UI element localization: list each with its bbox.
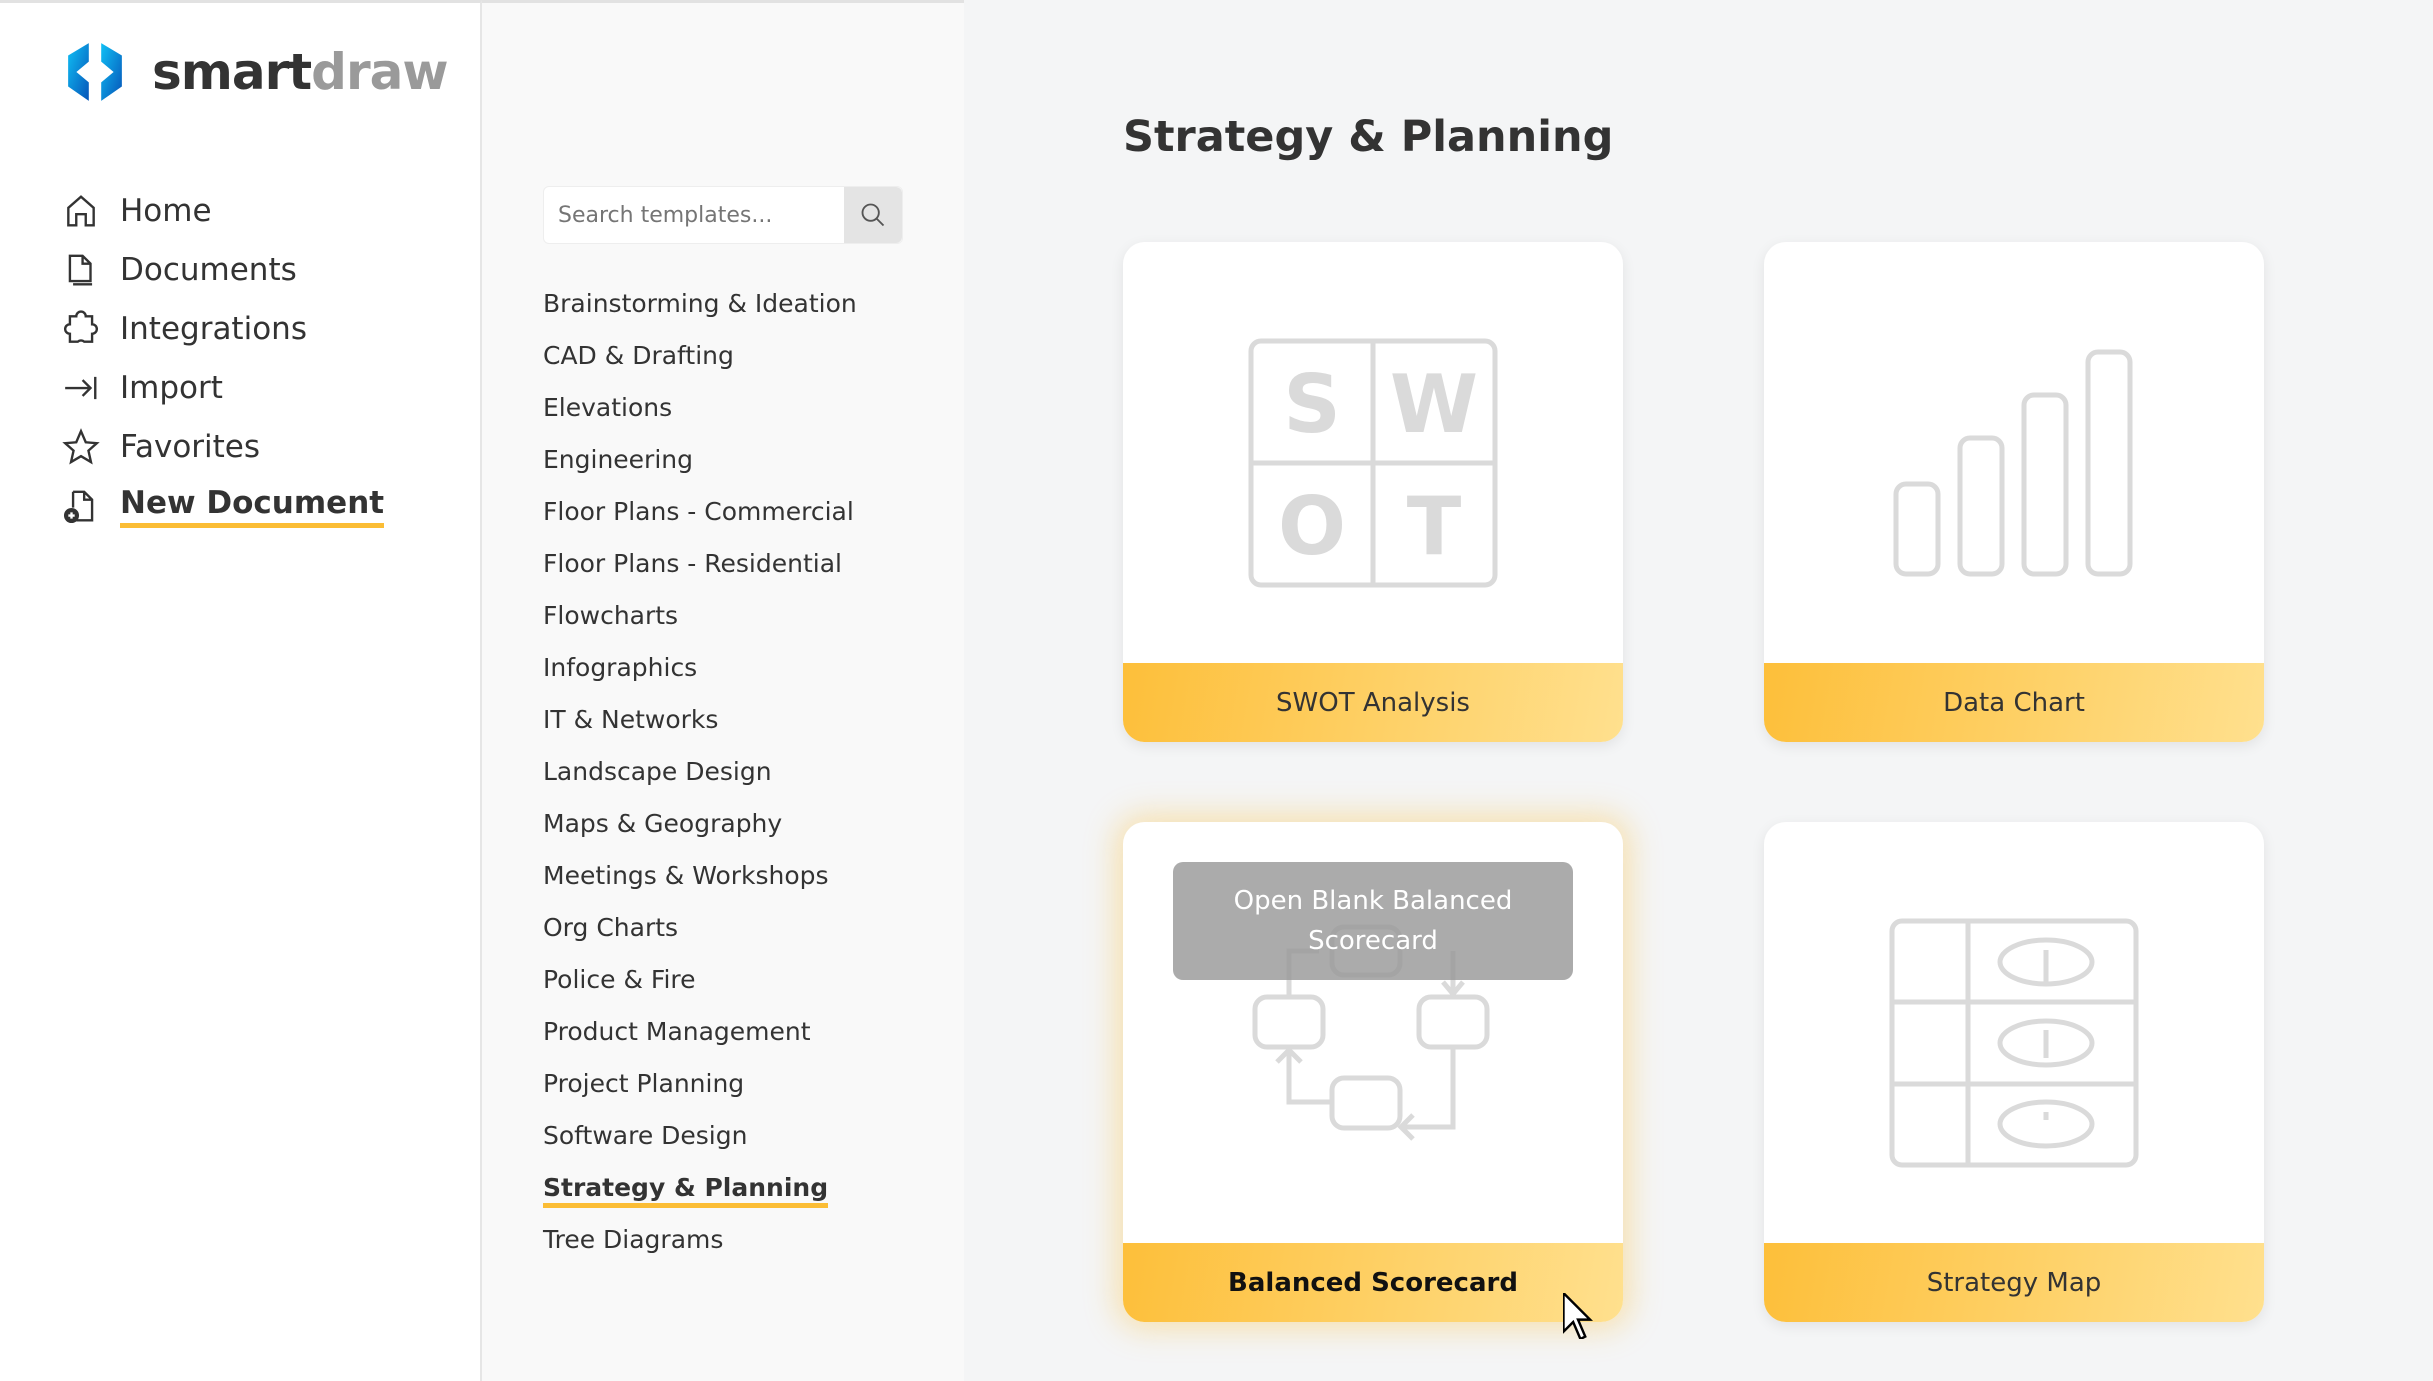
swot-letter: W [1390, 358, 1478, 451]
nav-label: Import [120, 370, 223, 406]
page-title: Strategy & Planning [1123, 112, 1614, 162]
category-item[interactable]: Meetings & Workshops [543, 861, 829, 890]
template-card-strategy-map[interactable]: Strategy Map [1764, 822, 2264, 1322]
nav-integrations[interactable]: Integrations [62, 304, 307, 354]
nav-label: Documents [120, 252, 297, 288]
sidebar: smartdraw Home Documents Integrations Im… [0, 0, 482, 1381]
category-panel: Brainstorming & Ideation CAD & Drafting El… [482, 0, 964, 1381]
swot-letter: T [1407, 480, 1462, 573]
category-item[interactable]: Landscape Design [543, 757, 772, 786]
import-icon [65, 376, 97, 400]
search-box [543, 186, 903, 244]
template-card-data-chart[interactable]: Data Chart [1764, 242, 2264, 742]
smartdraw-logo[interactable]: smartdraw [64, 41, 449, 103]
logo-text-smart: smart [152, 43, 312, 101]
star-icon [62, 428, 100, 465]
nav-import[interactable]: Import [62, 363, 223, 413]
strategy-map-icon [1889, 918, 2139, 1168]
category-item[interactable]: Floor Plans - Residential [543, 549, 842, 578]
category-item[interactable]: Tree Diagrams [543, 1225, 723, 1254]
template-card-balanced-scorecard[interactable]: Open Blank Balanced Scorecard Balanced S… [1123, 822, 1623, 1322]
logo-text-draw: draw [311, 43, 448, 101]
search-icon [861, 203, 885, 227]
category-item[interactable]: Floor Plans - Commercial [543, 497, 854, 526]
open-blank-button[interactable]: Open Blank Balanced Scorecard [1173, 862, 1573, 980]
category-item[interactable]: Engineering [543, 445, 693, 474]
card-label: SWOT Analysis [1123, 663, 1623, 742]
category-item[interactable]: Elevations [543, 393, 672, 422]
category-item[interactable]: Infographics [543, 653, 697, 682]
category-item[interactable]: Product Management [543, 1017, 811, 1046]
swot-letter: O [1278, 480, 1346, 573]
category-item[interactable]: CAD & Drafting [543, 341, 734, 370]
puzzle-icon [64, 310, 98, 343]
nav-label: Favorites [120, 429, 261, 465]
category-item[interactable]: Maps & Geography [543, 809, 782, 838]
nav-documents[interactable]: Documents [62, 245, 297, 295]
nav-label: Integrations [120, 311, 307, 347]
mouse-cursor-icon [1563, 1293, 1593, 1339]
swot-letter: S [1283, 358, 1341, 451]
category-item[interactable]: Project Planning [543, 1069, 744, 1098]
nav-home[interactable]: Home [62, 186, 212, 236]
category-item[interactable]: Software Design [543, 1121, 747, 1150]
card-label: Strategy Map [1764, 1243, 2264, 1322]
nav-label: Home [120, 193, 212, 229]
new-document-icon [63, 490, 94, 524]
category-item[interactable]: Strategy & Planning [543, 1173, 829, 1208]
search-button[interactable] [844, 187, 902, 243]
category-item[interactable]: Brainstorming & Ideation [543, 289, 857, 318]
bar-chart-icon [1893, 349, 2133, 577]
category-item[interactable]: Flowcharts [543, 601, 678, 630]
card-label: Balanced Scorecard [1123, 1243, 1623, 1322]
category-item[interactable]: IT & Networks [543, 705, 718, 734]
documents-icon [68, 254, 93, 286]
category-item[interactable]: Org Charts [543, 913, 678, 942]
card-label: Data Chart [1764, 663, 2264, 742]
swot-thumbnail-icon: S W O T [1248, 338, 1498, 588]
nav-label: New Document [120, 485, 385, 528]
nav-favorites[interactable]: Favorites [62, 422, 260, 472]
home-icon [67, 195, 95, 227]
nav-new-document[interactable]: New Document [62, 481, 385, 531]
search-input[interactable] [558, 187, 838, 243]
category-item[interactable]: Police & Fire [543, 965, 696, 994]
logo-icon [68, 43, 122, 101]
template-card-swot-analysis[interactable]: S W O T SWOT Analysis [1123, 242, 1623, 742]
